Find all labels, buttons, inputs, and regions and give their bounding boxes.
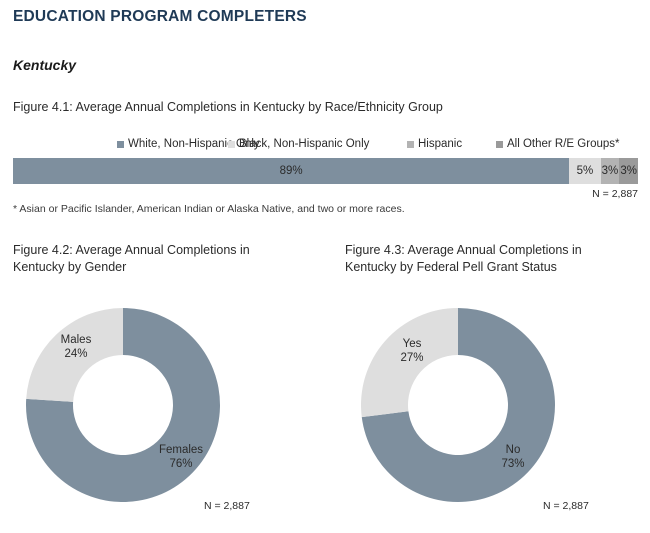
- legend-item-2: Hispanic: [407, 138, 462, 150]
- figure-4-1-footnote: * Asian or Pacific Islander, American In…: [13, 203, 405, 215]
- legend-item-3: All Other R/E Groups*: [496, 138, 619, 150]
- svg-text:76%: 76%: [169, 458, 192, 470]
- legend-item-1: Black, Non-Hispanic Only: [228, 138, 369, 150]
- legend-label: All Other R/E Groups*: [507, 138, 620, 150]
- figure-4-2-donut-chart: Females 76% Males 24%: [0, 288, 300, 528]
- svg-text:Yes: Yes: [403, 338, 422, 350]
- donut-svg: Females 76% Males 24%: [25, 308, 220, 502]
- legend-label: Black, Non-Hispanic Only: [239, 138, 370, 150]
- svg-text:24%: 24%: [64, 348, 87, 360]
- figure-4-1-legend: White, Non-Hispanic Only Black, Non-Hispa…: [13, 138, 637, 154]
- legend-swatch-icon: [117, 140, 124, 148]
- legend-swatch-icon: [496, 140, 503, 148]
- figure-4-1-stacked-bar: 89% 5% 3% 3%: [13, 158, 638, 184]
- figure-4-3-donut-chart: No 73% Yes 27%: [335, 288, 635, 528]
- legend-label: Hispanic: [418, 138, 463, 150]
- state-subtitle: Kentucky: [13, 57, 77, 73]
- bar-segment-0: 89%: [13, 158, 570, 184]
- figure-4-2-title: Figure 4.2: Average Annual Completions i…: [13, 243, 250, 274]
- bar-segment-2: 3%: [600, 158, 620, 184]
- legend-swatch-icon: [407, 140, 414, 148]
- svg-text:Males: Males: [61, 334, 92, 346]
- svg-text:Females: Females: [159, 444, 203, 456]
- donut-svg: No 73% Yes 27%: [361, 308, 555, 502]
- bar-segment-1: 5%: [569, 158, 601, 184]
- svg-text:73%: 73%: [501, 458, 524, 470]
- legend-swatch-icon: [228, 140, 235, 148]
- svg-text:No: No: [506, 444, 521, 456]
- figure-4-2-n-label: N = 2,887: [204, 500, 250, 512]
- figure-4-1-n-label: N = 2,887: [592, 188, 638, 200]
- figure-4-1-title: Figure 4.1: Average Annual Completions i…: [13, 100, 443, 114]
- figure-4-3-n-label: N = 2,887: [543, 500, 589, 512]
- page-title: EDUCATION PROGRAM COMPLETERS: [13, 8, 307, 25]
- bar-segment-3: 3%: [619, 158, 638, 184]
- figure-4-3-title: Figure 4.3: Average Annual Completions i…: [345, 243, 582, 274]
- svg-text:27%: 27%: [400, 352, 423, 364]
